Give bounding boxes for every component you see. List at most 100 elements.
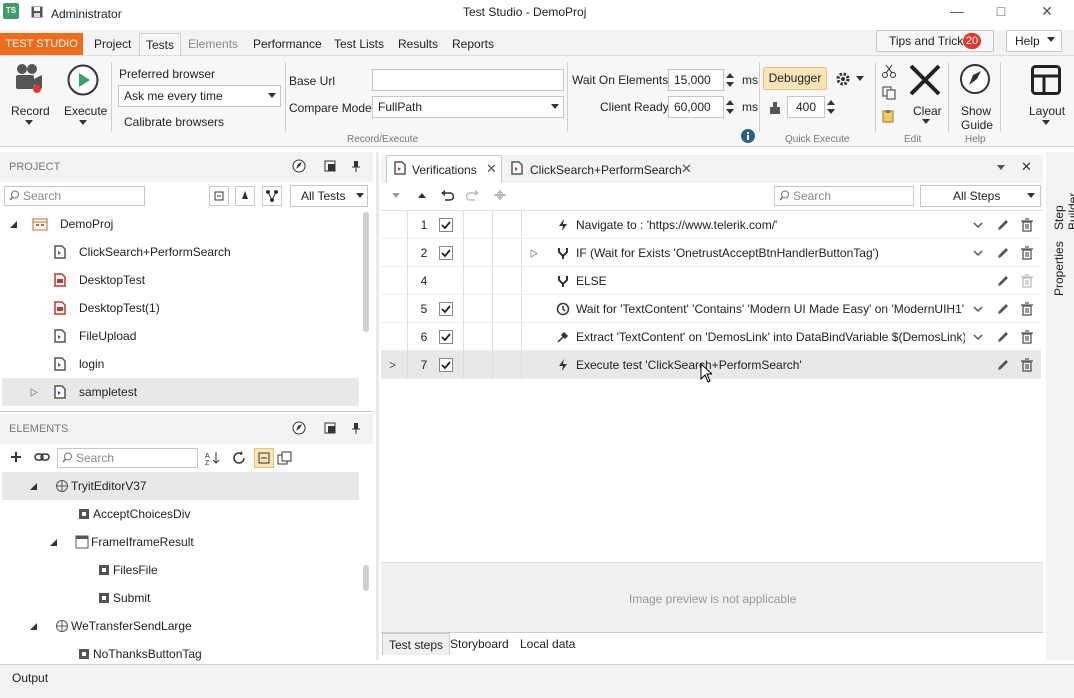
execute-play-icon[interactable]	[67, 64, 99, 96]
step-description[interactable]: Execute test 'ClickSearch+PerformSearch'	[576, 351, 965, 379]
step-description[interactable]: Navigate to : 'https://www.telerik.com/'	[576, 211, 965, 239]
project-float-icon[interactable]	[324, 160, 336, 172]
close-tab-icon[interactable]: ✕	[486, 162, 497, 175]
step-description[interactable]: IF (Wait for Exists 'OnetrustAcceptBtnHa…	[576, 239, 965, 267]
tree-expand-icon[interactable]	[29, 622, 38, 631]
step-chevron-icon[interactable]	[973, 250, 983, 257]
layout-button[interactable]: Layout	[1029, 104, 1065, 118]
steps-menu-chevron-icon[interactable]	[392, 193, 400, 199]
paste-icon[interactable]	[882, 109, 896, 123]
tree-expand-icon[interactable]	[29, 482, 38, 491]
close-all-tabs-icon[interactable]: ✕	[1021, 160, 1032, 173]
info-icon[interactable]	[741, 129, 755, 143]
step-checkbox[interactable]	[439, 246, 453, 260]
wait-on-elements-input[interactable]: 15,000	[668, 69, 724, 91]
refresh-icon[interactable]	[231, 450, 247, 466]
tab-test-studio[interactable]: TEST STUDIO	[0, 33, 83, 55]
delete-trash-icon[interactable]	[1020, 274, 1034, 288]
gear-icon[interactable]	[835, 71, 851, 87]
tab-results[interactable]: Results	[392, 33, 444, 55]
element-tree-item[interactable]: Submit	[113, 584, 150, 612]
compare-mode-select[interactable]: FullPath	[372, 96, 564, 118]
tab-local-data[interactable]: Local data	[514, 633, 581, 655]
record-chevron-icon[interactable]	[25, 120, 33, 126]
tab-tests[interactable]: Tests	[139, 33, 182, 55]
project-pin-icon[interactable]	[351, 160, 361, 172]
redo-icon[interactable]	[466, 188, 480, 202]
edit-pencil-icon[interactable]	[996, 274, 1010, 288]
close-window-icon[interactable]: ✕	[1036, 0, 1058, 22]
step-description[interactable]: Wait for 'TextContent' 'Contains' 'Moder…	[576, 295, 965, 323]
delete-trash-icon[interactable]	[1020, 330, 1034, 344]
project-search-input[interactable]: Search	[4, 186, 145, 206]
tree-root-demoproj[interactable]: DemoProj	[60, 210, 113, 238]
edit-pencil-icon[interactable]	[996, 218, 1010, 232]
delay-spin-icon[interactable]	[827, 98, 835, 116]
side-tab-step-builder[interactable]: Step Builder	[1052, 166, 1074, 230]
steps-filter-select[interactable]: All Steps	[920, 185, 1041, 207]
steps-link-icon[interactable]	[492, 188, 508, 202]
record-button[interactable]: Record	[11, 104, 50, 118]
layout-chevron-icon[interactable]	[1042, 120, 1050, 126]
splitter[interactable]	[376, 152, 379, 660]
tab-reports[interactable]: Reports	[446, 33, 500, 55]
elements-pin-icon[interactable]	[351, 422, 361, 434]
tab-project[interactable]: Project	[88, 33, 137, 55]
move-up-icon[interactable]	[418, 192, 426, 198]
multi-view-icon[interactable]	[277, 450, 293, 466]
save-icon[interactable]	[31, 6, 43, 18]
calibrate-browsers-button[interactable]: Calibrate browsers	[124, 115, 224, 129]
elements-search-input[interactable]: Search	[57, 448, 198, 468]
gear-chevron-icon[interactable]	[856, 76, 864, 82]
client-ready-spin-icon[interactable]	[726, 98, 734, 116]
delete-trash-icon[interactable]	[1020, 302, 1034, 316]
debugger-toggle[interactable]: Debugger	[763, 67, 827, 90]
preferred-browser-select[interactable]: Ask me every time	[118, 85, 281, 107]
tab-list-chevron-icon[interactable]	[997, 165, 1005, 171]
elements-rocket-icon[interactable]	[292, 421, 306, 435]
tab-test-lists[interactable]: Test Lists	[328, 33, 390, 55]
tree-item[interactable]: ClickSearch+PerformSearch	[79, 238, 231, 266]
project-scrollbar[interactable]	[363, 212, 369, 332]
tree-item[interactable]: FileUpload	[79, 322, 136, 350]
element-tree-item[interactable]: FrameIframeResult	[91, 528, 194, 556]
output-tab[interactable]: Output	[12, 671, 48, 685]
element-tree-item[interactable]: FilesFile	[113, 556, 158, 584]
tree-expand-icon[interactable]	[49, 538, 58, 547]
collapse-all-icon[interactable]	[209, 186, 229, 206]
edit-pencil-icon[interactable]	[996, 246, 1010, 260]
copy-icon[interactable]	[882, 86, 896, 100]
tree-item[interactable]: DesktopTest	[79, 266, 145, 294]
step-expand-icon[interactable]	[530, 249, 538, 258]
client-ready-input[interactable]: 60,000	[668, 96, 724, 118]
step-chevron-icon[interactable]	[973, 306, 983, 313]
tree-collapsed-icon[interactable]	[30, 388, 38, 397]
minimize-icon[interactable]: —	[946, 0, 968, 22]
step-chevron-icon[interactable]	[973, 222, 983, 229]
step-description[interactable]: Extract 'TextContent' on 'DemosLink' int…	[576, 323, 965, 351]
project-graph-icon[interactable]	[262, 186, 282, 206]
cut-icon[interactable]	[882, 64, 896, 78]
wait-spin-icon[interactable]	[726, 71, 734, 89]
execute-chevron-icon[interactable]	[79, 120, 87, 126]
project-rocket-icon[interactable]	[292, 159, 306, 173]
tab-clicksearch-label[interactable]: ClickSearch+PerformSearch	[530, 163, 682, 177]
step-description[interactable]: ELSE	[576, 267, 965, 295]
elements-scrollbar[interactable]	[363, 565, 369, 591]
step-checkbox[interactable]	[439, 302, 453, 316]
tree-expand-icon[interactable]	[9, 220, 18, 229]
step-chevron-icon[interactable]	[973, 334, 983, 341]
tree-item[interactable]: login	[79, 350, 104, 378]
rocket-icon[interactable]	[960, 64, 990, 94]
delay-input[interactable]: 400	[787, 96, 825, 118]
delete-trash-icon[interactable]	[1020, 218, 1034, 232]
clear-icon[interactable]	[908, 63, 942, 97]
tree-item[interactable]: sampletest	[79, 378, 137, 406]
layout-icon[interactable]	[1031, 65, 1061, 95]
undo-icon[interactable]	[440, 188, 454, 202]
clear-button[interactable]: Clear	[913, 104, 942, 118]
link-icon[interactable]	[34, 452, 50, 462]
side-tab-properties[interactable]: Properties	[1052, 240, 1066, 296]
elements-float-icon[interactable]	[324, 422, 336, 434]
element-tree-item[interactable]: AcceptChoicesDiv	[93, 500, 190, 528]
